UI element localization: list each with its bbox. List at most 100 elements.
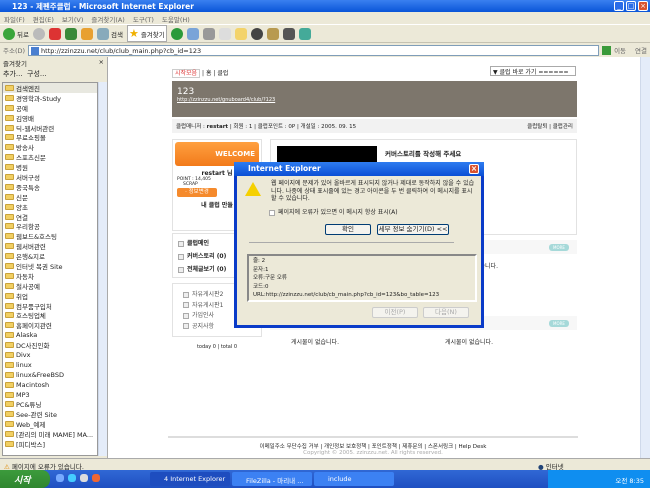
favorite-folder[interactable]: [피디박스]: [3, 439, 97, 449]
favorite-folder[interactable]: linux&FreeBSD: [3, 370, 97, 380]
details-button[interactable]: 세부 정보 숨기기(D) <<: [377, 224, 449, 235]
favorite-folder[interactable]: 인터넷 복권 Site: [3, 261, 97, 271]
close-favorites-icon[interactable]: ×: [99, 58, 104, 66]
task-filezilla[interactable]: FileZilla - 마리내 ...: [232, 472, 312, 486]
links-button[interactable]: 연결: [635, 45, 647, 55]
club-select[interactable]: ▼ 클럽 바로 가기 ======: [490, 66, 576, 76]
ie-icon[interactable]: [56, 474, 64, 482]
favorites-button[interactable]: ★ 즐겨찾기: [126, 25, 167, 42]
close-button[interactable]: ×: [638, 1, 648, 11]
ok-button[interactable]: 확인: [325, 224, 371, 235]
stop-icon[interactable]: [48, 27, 61, 40]
add-favorite-button[interactable]: 추가...: [3, 70, 23, 78]
task-internet-explorer[interactable]: 4 Internet Explorer: [150, 472, 230, 486]
favorite-folder[interactable]: 자동차: [3, 271, 97, 281]
favorite-folder[interactable]: 병원: [3, 162, 97, 172]
back-button[interactable]: 뒤로: [3, 27, 29, 40]
edit-icon[interactable]: [218, 27, 231, 40]
always-show-checkbox[interactable]: 페이지에 오류가 있으면 이 메시지 항상 표시(A): [269, 207, 398, 216]
favorite-folder[interactable]: 웹보드&호스팅: [3, 231, 97, 241]
favorite-folder[interactable]: 경영학과-Study: [3, 93, 97, 103]
print-icon[interactable]: [202, 27, 215, 40]
favorite-folder[interactable]: 검색엔진: [3, 83, 97, 93]
favorite-folder[interactable]: 철사공예: [3, 281, 97, 291]
favorite-folder[interactable]: 딕-웹서버관련: [3, 123, 97, 133]
menu-view[interactable]: 보기(V): [62, 16, 83, 24]
favorite-folder[interactable]: 연결: [3, 212, 97, 222]
menu-tools[interactable]: 도구(T): [133, 16, 154, 24]
prev-button[interactable]: 이전(P): [372, 307, 418, 318]
edit-info-button[interactable]: · 정보변경: [177, 188, 217, 197]
favorite-folder[interactable]: 김영배: [3, 113, 97, 123]
club-url[interactable]: http://zzinzzu.net/gnuboard4/club/?123: [177, 97, 572, 103]
favorite-label: See-관련 Site: [16, 411, 57, 420]
media-icon[interactable]: [80, 474, 88, 482]
footer-links[interactable]: 이메일주소 무단수집 거부 | 개인정보 보호정책 | 포인트정책 | 제휴문의…: [168, 442, 578, 450]
favorite-folder[interactable]: 중국특송: [3, 182, 97, 192]
favorite-folder[interactable]: 취업: [3, 291, 97, 301]
favorite-folder[interactable]: linux: [3, 360, 97, 370]
task-include[interactable]: include: [314, 472, 394, 486]
folder-icon: [5, 124, 14, 131]
favorite-folder[interactable]: 무료쇼핑몰: [3, 132, 97, 142]
media-icon[interactable]: [250, 27, 263, 40]
dialog-close-button[interactable]: ×: [469, 164, 479, 174]
favorite-folder[interactable]: PC&튜닝: [3, 400, 97, 409]
menu-help[interactable]: 도움말(H): [162, 16, 190, 24]
menu-file[interactable]: 파일(F): [4, 16, 25, 24]
history-icon[interactable]: [170, 27, 183, 40]
go-button[interactable]: 이동: [614, 45, 626, 55]
favorite-folder[interactable]: 웹서버관련: [3, 241, 97, 251]
favorite-folder[interactable]: 컴부품구입처: [3, 301, 97, 311]
favorite-folder[interactable]: 신문: [3, 192, 97, 202]
msn-icon[interactable]: [298, 27, 311, 40]
favorite-folder[interactable]: MP3: [3, 390, 97, 400]
go-icon[interactable]: [602, 45, 612, 55]
menu-edit[interactable]: 편집(E): [33, 16, 54, 24]
address-input[interactable]: http://zzinzzu.net/club/club_main.php?cb…: [28, 44, 600, 56]
maximize-button[interactable]: □: [626, 1, 636, 11]
messenger-icon[interactable]: [282, 27, 295, 40]
favorite-folder[interactable]: 양초: [3, 202, 97, 212]
manager-name[interactable]: restart: [207, 124, 228, 130]
organize-favorites-button[interactable]: 구성...: [27, 70, 47, 78]
next-button[interactable]: 다음(N): [423, 307, 469, 318]
favorites-scrollbar[interactable]: [98, 82, 107, 456]
research-icon[interactable]: [266, 27, 279, 40]
home-icon[interactable]: [80, 27, 93, 40]
nav-home[interactable]: 홈: [206, 70, 212, 77]
favorite-folder[interactable]: 홈페이지관련: [3, 320, 97, 330]
refresh-icon[interactable]: [64, 27, 77, 40]
menu-favorites[interactable]: 즐겨찾기(A): [91, 16, 124, 24]
minimize-button[interactable]: _: [614, 1, 624, 11]
search-button[interactable]: 검색: [96, 27, 123, 40]
more-button[interactable]: MORE: [549, 244, 569, 251]
favorite-folder[interactable]: See-관련 Site: [3, 409, 97, 419]
favorite-folder[interactable]: Macintosh: [3, 380, 97, 390]
app-icon[interactable]: [92, 474, 100, 482]
favorite-folder[interactable]: 방송사: [3, 142, 97, 152]
page-scrollbar[interactable]: [640, 57, 650, 458]
start-button[interactable]: 시작: [0, 470, 50, 488]
favorite-folder[interactable]: [관리의 미래 MAME] MA...: [3, 429, 97, 439]
favorite-folder[interactable]: DC사진인화: [3, 340, 97, 350]
club-links[interactable]: 클럽탈퇴 | 클럽관리: [527, 122, 573, 130]
favorite-folder[interactable]: 호스팅업체: [3, 310, 97, 320]
favorite-folder[interactable]: 공예: [3, 103, 97, 113]
favorite-folder[interactable]: 은행&지로: [3, 251, 97, 261]
nav-start[interactable]: 시작모음: [172, 69, 201, 78]
favorite-label: [피디박스]: [16, 441, 45, 450]
folder-icon: [5, 84, 14, 91]
notes-icon[interactable]: [234, 27, 247, 40]
mail-icon[interactable]: [186, 27, 199, 40]
nav-club[interactable]: 클럽: [217, 70, 228, 77]
more-button[interactable]: MORE: [549, 320, 569, 327]
favorite-folder[interactable]: Web_예제: [3, 419, 97, 429]
forward-icon[interactable]: [32, 27, 45, 40]
favorite-folder[interactable]: 우리항공: [3, 221, 97, 231]
favorite-folder[interactable]: 서버구성: [3, 172, 97, 182]
favorite-folder[interactable]: Alaska: [3, 330, 97, 340]
favorite-folder[interactable]: Divx: [3, 350, 97, 360]
desktop-icon[interactable]: [68, 474, 76, 482]
favorite-folder[interactable]: 스포츠신문: [3, 152, 97, 162]
